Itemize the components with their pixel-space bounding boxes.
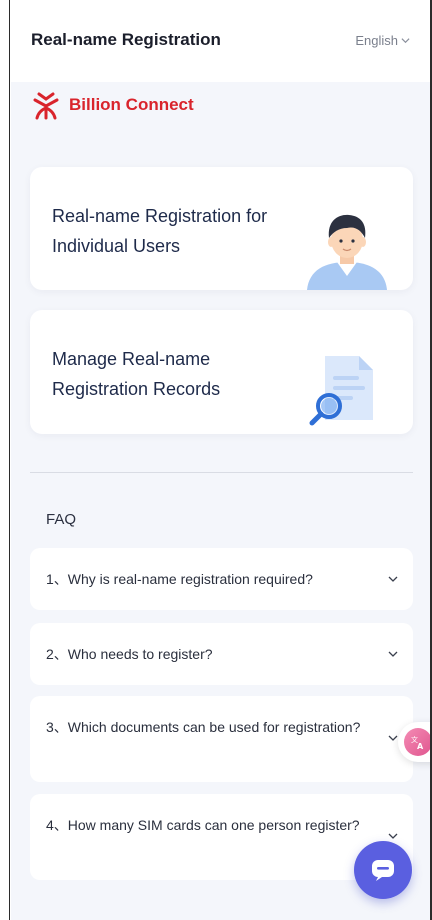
brand-logo-icon	[33, 92, 59, 120]
window-frame-left	[0, 0, 10, 920]
translate-icon: 文 A	[404, 728, 430, 756]
faq-item[interactable]: 1、Why is real-name registration required…	[30, 548, 413, 610]
svg-text:A: A	[417, 742, 424, 751]
chat-icon	[372, 860, 394, 881]
faq-item[interactable]: 3、Which documents can be used for regist…	[30, 696, 413, 782]
manage-records-card[interactable]: Manage Real-name Registration Records	[30, 310, 413, 434]
chevron-down-icon	[401, 38, 410, 44]
user-avatar-icon	[307, 214, 387, 290]
app-container: Real-name Registration English Billion C…	[11, 0, 430, 920]
chevron-down-icon	[388, 576, 398, 582]
chevron-down-icon	[388, 833, 398, 839]
individual-registration-card[interactable]: Real-name Registration for Individual Us…	[30, 167, 413, 290]
card-label: Real-name Registration for Individual Us…	[52, 206, 268, 256]
page-title: Real-name Registration	[31, 30, 221, 49]
faq-question: 1、Why is real-name registration required…	[46, 571, 313, 587]
section-divider	[30, 472, 413, 473]
brand-name: Billion Connect	[69, 95, 194, 114]
brand: Billion Connect	[31, 90, 194, 120]
chat-support-button[interactable]	[354, 841, 412, 899]
chevron-down-icon	[388, 651, 398, 657]
translate-button[interactable]: 文 A	[398, 722, 430, 762]
card-label: Manage Real-name Registration Records	[52, 349, 221, 399]
language-label: English	[355, 33, 398, 48]
faq-title: FAQ	[46, 511, 77, 528]
faq-item[interactable]: 2、Who needs to register?	[30, 623, 413, 685]
faq-question: 3、Which documents can be used for regist…	[46, 719, 361, 735]
faq-question: 2、Who needs to register?	[46, 646, 213, 662]
page-header: Real-name Registration English Billion C…	[11, 0, 430, 120]
language-selector[interactable]: English	[355, 33, 410, 48]
faq-question: 4、How many SIM cards can one person regi…	[46, 817, 360, 833]
document-search-icon	[309, 356, 373, 426]
